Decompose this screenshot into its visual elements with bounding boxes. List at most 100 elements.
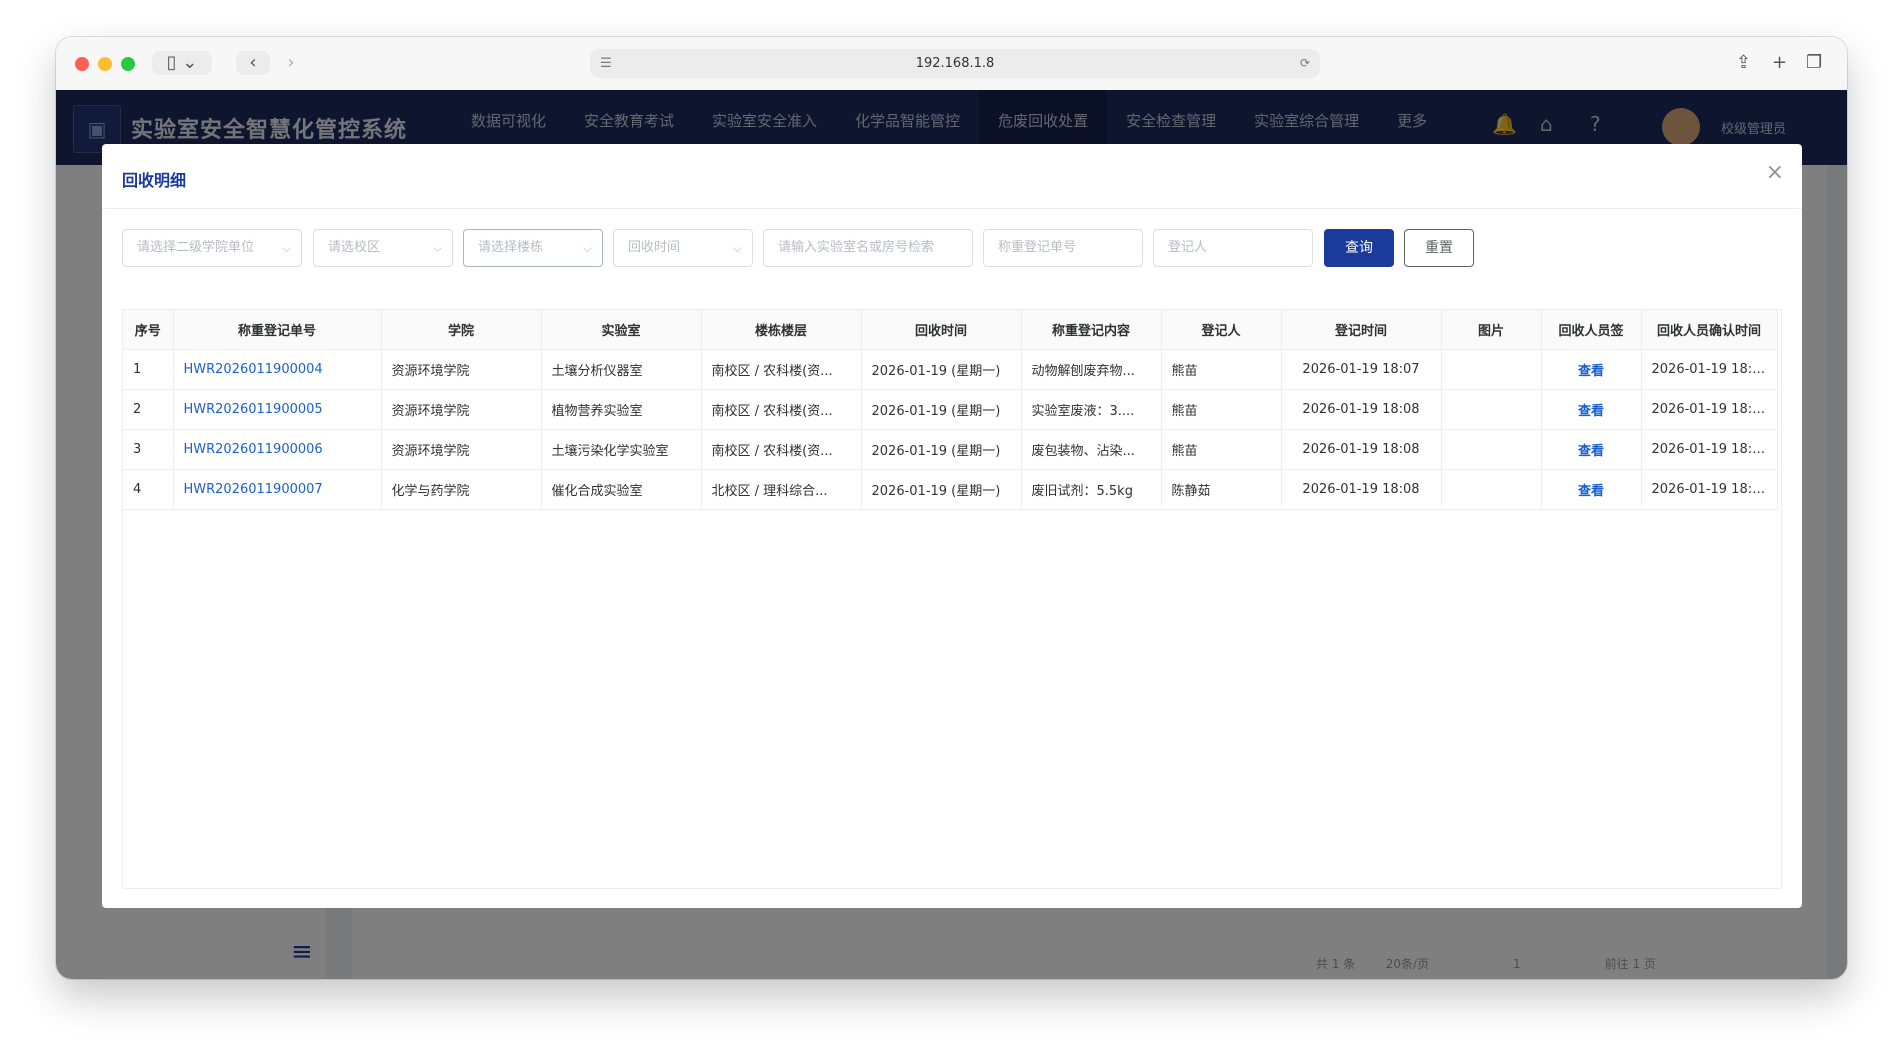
chevron-down-icon: ⌵ — [582, 241, 592, 255]
weigh-no-placeholder: 称重登记单号 — [998, 240, 1077, 255]
chevron-down-icon: ⌵ — [732, 241, 742, 255]
col-header-registrant: 登记人 — [1161, 310, 1282, 350]
detail-table-grid: 序号 称重登记单号 学院 实验室 楼栋楼层 回收时间 称重登记内容 登记人 登记… — [123, 310, 1778, 510]
cell-image — [1441, 469, 1542, 510]
cell-floor: 南校区 / 农科楼(资... — [701, 349, 862, 390]
building-select-placeholder: 请选择楼栋 — [478, 240, 544, 255]
col-header-confirm-time: 回收人员确认时间 — [1641, 310, 1778, 350]
cell-code-link[interactable]: HWR2026011900007 — [173, 469, 382, 510]
cell-lab: 土壤分析仪器室 — [541, 349, 702, 390]
cell-image — [1441, 389, 1542, 430]
col-header-sign: 回收人员签 — [1541, 310, 1642, 350]
cell-no: 4 — [123, 469, 174, 510]
col-header-code: 称重登记单号 — [173, 310, 382, 350]
back-icon[interactable]: ‹ — [236, 51, 270, 75]
cell-floor: 南校区 / 农科楼(资... — [701, 429, 862, 470]
recycle-detail-dialog: 回收明细 × 请选择二级学院单位 ⌵ 请选校区 ⌵ 请选择楼栋 ⌵ 回收时间 ⌵… — [102, 144, 1802, 908]
translate-reload-icon[interactable]: ⟳ — [1300, 49, 1310, 78]
col-header-content: 称重登记内容 — [1021, 310, 1162, 350]
cell-confirm-time: 2026-01-19 18:08 — [1641, 389, 1778, 430]
cell-time: 2026-01-19 (星期一) — [861, 349, 1022, 390]
close-window-button[interactable] — [75, 57, 89, 71]
query-button[interactable]: 查询 — [1324, 229, 1394, 267]
cell-image — [1441, 429, 1542, 470]
cell-no: 3 — [123, 429, 174, 470]
cell-image — [1441, 349, 1542, 390]
cell-time: 2026-01-19 (星期一) — [861, 429, 1022, 470]
cell-reg-time: 2026-01-19 18:08 — [1281, 429, 1442, 470]
col-header-college: 学院 — [381, 310, 542, 350]
view-sign-link[interactable]: 查看 — [1541, 389, 1642, 430]
cell-lab: 催化合成实验室 — [541, 469, 702, 510]
browser-window: ▯ ⌄ ‹ › ☰ 192.168.1.8 ⟳ ⇪ + ❐ ▣ 实验室安全智慧化… — [56, 37, 1847, 979]
col-header-floor: 楼栋楼层 — [701, 310, 862, 350]
recycle-time-placeholder: 回收时间 — [628, 240, 681, 255]
chevron-down-icon: ⌵ — [432, 241, 442, 255]
registrant-input[interactable]: 登记人 — [1153, 229, 1313, 267]
col-header-time: 回收时间 — [861, 310, 1022, 350]
col-header-no: 序号 — [123, 310, 174, 350]
cell-reg-time: 2026-01-19 18:08 — [1281, 389, 1442, 430]
registrant-placeholder: 登记人 — [1168, 240, 1208, 255]
minimize-window-button[interactable] — [98, 57, 112, 71]
reset-button[interactable]: 重置 — [1404, 229, 1474, 267]
detail-table: 序号 称重登记单号 学院 实验室 楼栋楼层 回收时间 称重登记内容 登记人 登记… — [122, 309, 1782, 889]
weigh-no-input[interactable]: 称重登记单号 — [983, 229, 1143, 267]
share-icon[interactable]: ⇪ — [1736, 51, 1751, 75]
view-sign-link[interactable]: 查看 — [1541, 349, 1642, 390]
cell-no: 1 — [123, 349, 174, 390]
cell-time: 2026-01-19 (星期一) — [861, 469, 1022, 510]
cell-code-link[interactable]: HWR2026011900005 — [173, 389, 382, 430]
sidebar-toggle-icon[interactable]: ▯ ⌄ — [152, 51, 212, 75]
col-header-reg-time: 登记时间 — [1281, 310, 1442, 350]
address-bar[interactable]: ☰ 192.168.1.8 ⟳ — [590, 49, 1320, 78]
dialog-title: 回收明细 — [122, 171, 187, 190]
view-sign-link[interactable]: 查看 — [1541, 469, 1642, 510]
recycle-time-select[interactable]: 回收时间 ⌵ — [613, 229, 753, 267]
college-select[interactable]: 请选择二级学院单位 ⌵ — [122, 229, 302, 267]
cell-college: 资源环境学院 — [381, 429, 542, 470]
cell-floor: 南校区 / 农科楼(资... — [701, 389, 862, 430]
lab-search-placeholder: 请输入实验室名或房号检索 — [778, 240, 935, 255]
table-row: 4 HWR2026011900007 化学与药学院 催化合成实验室 北校区 / … — [123, 469, 1778, 510]
lab-search-input[interactable]: 请输入实验室名或房号检索 — [763, 229, 973, 267]
cell-confirm-time: 2026-01-19 18:08 — [1641, 429, 1778, 470]
cell-registrant: 陈静茹 — [1161, 469, 1282, 510]
cell-college: 资源环境学院 — [381, 389, 542, 430]
table-header-row: 序号 称重登记单号 学院 实验室 楼栋楼层 回收时间 称重登记内容 登记人 登记… — [123, 310, 1778, 350]
cell-code-link[interactable]: HWR2026011900006 — [173, 429, 382, 470]
cell-confirm-time: 2026-01-19 18:08 — [1641, 469, 1778, 510]
cell-code-link[interactable]: HWR2026011900004 — [173, 349, 382, 390]
cell-floor: 北校区 / 理科综合... — [701, 469, 862, 510]
cell-reg-time: 2026-01-19 18:08 — [1281, 469, 1442, 510]
campus-select-placeholder: 请选校区 — [328, 240, 381, 255]
view-sign-link[interactable]: 查看 — [1541, 429, 1642, 470]
cell-college: 化学与药学院 — [381, 469, 542, 510]
cell-registrant: 熊苗 — [1161, 349, 1282, 390]
new-tab-icon[interactable]: + — [1772, 51, 1787, 75]
cell-time: 2026-01-19 (星期一) — [861, 389, 1022, 430]
zoom-window-button[interactable] — [121, 57, 135, 71]
cell-no: 2 — [123, 389, 174, 430]
table-row: 2 HWR2026011900005 资源环境学院 植物营养实验室 南校区 / … — [123, 389, 1778, 430]
close-icon[interactable]: × — [1766, 162, 1784, 184]
college-select-placeholder: 请选择二级学院单位 — [137, 240, 255, 255]
col-header-image: 图片 — [1441, 310, 1542, 350]
chevron-down-icon: ⌵ — [281, 241, 291, 255]
cell-content: 废包装物、沾染... — [1021, 429, 1162, 470]
cell-content: 废旧试剂：5.5kg — [1021, 469, 1162, 510]
cell-college: 资源环境学院 — [381, 349, 542, 390]
forward-icon[interactable]: › — [274, 51, 308, 75]
cell-lab: 植物营养实验室 — [541, 389, 702, 430]
dialog-header: 回收明细 × — [102, 144, 1802, 209]
tab-overview-icon[interactable]: ❐ — [1806, 51, 1822, 75]
page-settings-icon[interactable]: ☰ — [600, 49, 612, 78]
cell-content: 动物解刨废弃物... — [1021, 349, 1162, 390]
url-text: 192.168.1.8 — [915, 56, 995, 71]
cell-lab: 土壤污染化学实验室 — [541, 429, 702, 470]
table-row: 1 HWR2026011900004 资源环境学院 土壤分析仪器室 南校区 / … — [123, 349, 1778, 390]
building-select[interactable]: 请选择楼栋 ⌵ — [463, 229, 603, 267]
table-row: 3 HWR2026011900006 资源环境学院 土壤污染化学实验室 南校区 … — [123, 429, 1778, 470]
browser-toolbar: ▯ ⌄ ‹ › ☰ 192.168.1.8 ⟳ ⇪ + ❐ — [56, 37, 1847, 91]
campus-select[interactable]: 请选校区 ⌵ — [313, 229, 453, 267]
